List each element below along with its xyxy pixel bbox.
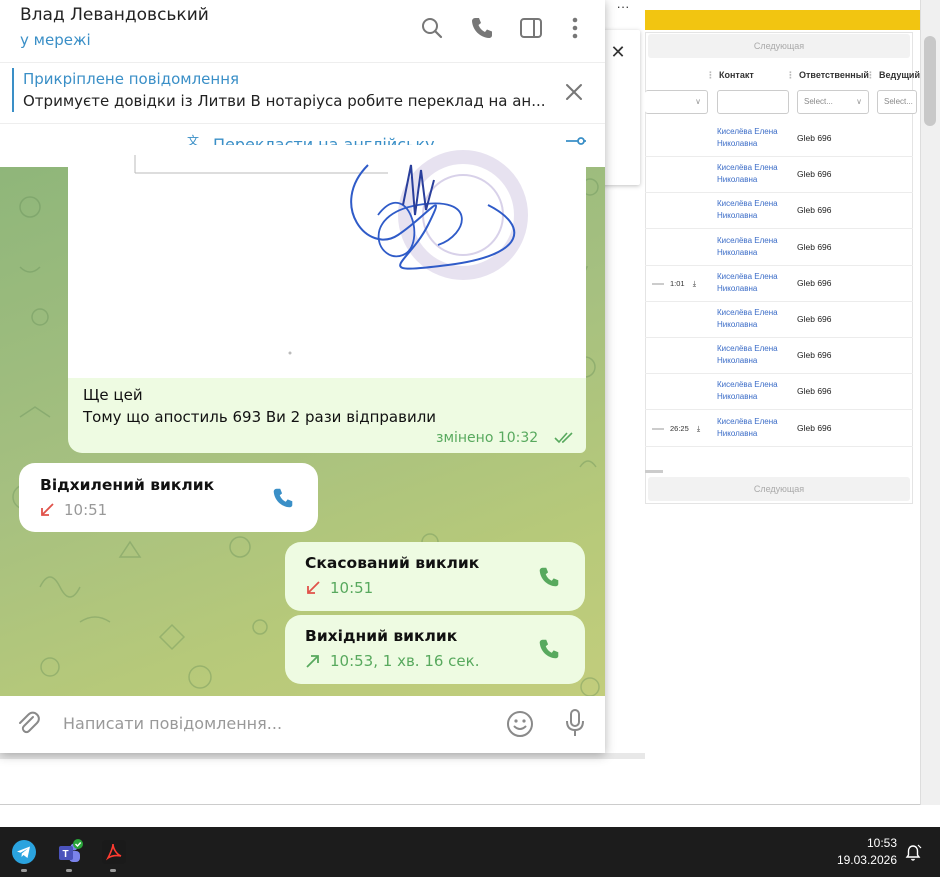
responsible-cell: Gleb 696 <box>797 278 832 288</box>
pinned-text: Отримуєте довідки із Литви В нотаріуса р… <box>23 92 546 110</box>
outgoing-call-arrow-icon <box>304 652 322 670</box>
scrollbar-thumb[interactable] <box>924 36 936 126</box>
contact-link[interactable]: Киселёва Елена Николавна <box>717 379 792 403</box>
phone-icon[interactable] <box>468 14 496 42</box>
audio-duration: 26:25 <box>670 424 689 433</box>
taskbar-running-indicator <box>66 869 72 872</box>
filter-lead-select[interactable]: Select... <box>877 90 917 114</box>
responsible-cell: Gleb 696 <box>797 423 832 433</box>
contact-link[interactable]: Киселёва Елена Николавна <box>717 235 792 259</box>
responsible-cell: Gleb 696 <box>797 350 832 360</box>
column-header-lead[interactable]: ⋮ Ведущий <box>866 70 920 81</box>
message-text-line: Ще цей <box>83 386 143 404</box>
window-menu-dots[interactable]: ··· <box>612 0 634 16</box>
responsible-cell: Gleb 696 <box>797 386 832 396</box>
emoji-icon[interactable] <box>505 709 535 739</box>
contact-status: у мережі <box>20 31 91 49</box>
filter-select-left[interactable]: ∨ <box>645 90 708 114</box>
clock-date[interactable]: 19.03.2026 <box>820 853 897 867</box>
responsible-cell: Gleb 696 <box>797 242 832 252</box>
close-pinned-icon[interactable] <box>562 80 586 104</box>
attach-icon[interactable] <box>14 709 42 737</box>
responsible-cell: Gleb 696 <box>797 314 832 324</box>
window-bottom-strip <box>0 753 645 759</box>
call-back-phone-icon[interactable] <box>536 636 562 662</box>
contact-link[interactable]: Киселёва Елена Николавна <box>717 416 792 440</box>
call-back-phone-icon[interactable] <box>536 564 562 590</box>
sidebar-toggle-icon[interactable] <box>517 14 545 42</box>
pinned-accent-bar <box>12 68 14 112</box>
next-page-button-bottom[interactable]: Следующая <box>648 477 910 501</box>
document-photo[interactable] <box>68 145 586 378</box>
contact-link[interactable]: Киселёва Елена Николавна <box>717 307 792 331</box>
column-header-responsible[interactable]: ⋮ Ответственный <box>786 70 869 81</box>
taskbar-running-indicator <box>21 869 27 872</box>
audio-player[interactable]: 1:01 ⤓ <box>652 276 710 292</box>
contact-link[interactable]: Киселёва Елена Николавна <box>717 126 792 150</box>
popup-close-icon[interactable]: ✕ <box>608 42 628 62</box>
telegram-icon[interactable] <box>11 839 37 865</box>
call-time: 10:51 <box>330 579 374 597</box>
download-icon[interactable]: ⤓ <box>695 424 700 433</box>
message-input[interactable] <box>63 712 483 734</box>
pinned-title: Прикріплене повідомлення <box>23 70 240 88</box>
download-icon[interactable]: ⤓ <box>691 279 696 288</box>
missed-call-arrow-icon <box>304 579 322 597</box>
column-header-contact[interactable]: ⋮ Контакт <box>706 70 754 81</box>
next-page-button-top[interactable]: Следующая <box>648 34 910 58</box>
filter-responsible-select[interactable]: Select... ∨ <box>797 90 869 114</box>
desktop-bottom-area <box>0 805 940 827</box>
double-check-icon <box>554 431 576 445</box>
crm-yellow-header <box>645 10 920 30</box>
teams-icon[interactable]: T <box>57 839 83 865</box>
responsible-cell: Gleb 696 <box>797 205 832 215</box>
responsible-cell: Gleb 696 <box>797 133 832 143</box>
windows-taskbar <box>0 827 940 877</box>
call-time: 10:51 <box>64 501 108 519</box>
responsible-cell: Gleb 696 <box>797 169 832 179</box>
missed-call-arrow-icon <box>38 501 56 519</box>
more-vertical-icon[interactable] <box>561 14 589 42</box>
audio-progress[interactable] <box>652 428 664 431</box>
contact-link[interactable]: Киселёва Елена Николавна <box>717 198 792 222</box>
contact-link[interactable]: Киселёва Елена Николавна <box>717 271 792 295</box>
svg-text:T: T <box>63 849 69 860</box>
acrobat-icon[interactable] <box>101 839 127 865</box>
contact-link[interactable]: Киселёва Елена Николавна <box>717 343 792 367</box>
microphone-icon[interactable] <box>563 708 587 738</box>
call-back-phone-icon[interactable] <box>270 485 296 511</box>
contact-link[interactable]: Киселёва Елена Николавна <box>717 162 792 186</box>
audio-progress[interactable] <box>652 283 664 286</box>
contact-name[interactable]: Влад Левандовський <box>20 5 209 25</box>
notification-bell-icon[interactable] <box>903 843 923 863</box>
call-title: Відхилений виклик <box>40 476 215 494</box>
call-title: Скасований виклик <box>305 554 480 572</box>
search-icon[interactable] <box>418 14 446 42</box>
audio-player[interactable]: 26:25 ⤓ <box>652 421 710 437</box>
message-edited-time: змінено 10:32 <box>436 430 539 446</box>
horizontal-scrollbar[interactable] <box>645 470 663 473</box>
audio-duration: 1:01 <box>670 279 685 288</box>
message-text-line: Тому що апостиль 693 Ви 2 рази відправил… <box>83 408 437 426</box>
filter-contact-input[interactable] <box>717 90 789 114</box>
call-title: Вихідний виклик <box>305 627 458 645</box>
taskbar-running-indicator <box>110 869 116 872</box>
clock-time[interactable]: 10:53 <box>840 836 897 850</box>
call-time: 10:53, 1 хв. 16 сек. <box>330 652 480 670</box>
